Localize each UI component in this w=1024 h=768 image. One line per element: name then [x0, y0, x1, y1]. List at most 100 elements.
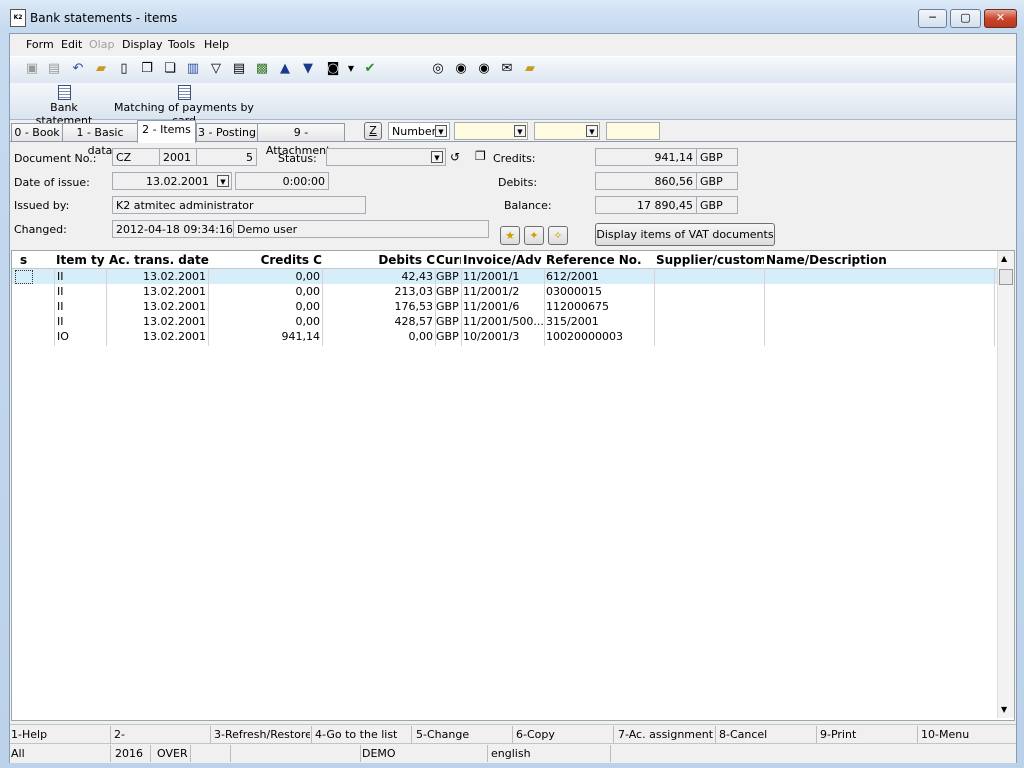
cell-ref: 112000675 — [546, 300, 609, 313]
open-folder-icon[interactable]: ▰ — [93, 61, 109, 77]
cell-date: 13.02.2001 — [143, 330, 206, 343]
copy-document-icon[interactable]: ❐ — [139, 61, 155, 77]
col-invoice[interactable]: Invoice/Adv — [463, 253, 545, 267]
maximize-button[interactable]: ▢ — [950, 9, 981, 28]
fkey-change[interactable]: 5-Change — [416, 728, 512, 741]
fkey-2[interactable]: 2- — [114, 728, 210, 741]
sort-dropdown-icon[interactable]: ▼ — [435, 125, 447, 137]
save-all-icon[interactable]: ▤ — [46, 61, 62, 77]
menu-edit[interactable]: Edit — [61, 38, 82, 51]
fkey-help[interactable]: 1-Help — [11, 728, 111, 741]
cell-date: 13.02.2001 — [143, 300, 206, 313]
col-credits[interactable]: Credits C — [212, 253, 322, 267]
fkey-menu[interactable]: 10-Menu — [921, 728, 1011, 741]
fkey-refresh[interactable]: 3-Refresh/Restore — [214, 728, 310, 741]
row-selector-icon[interactable] — [15, 270, 33, 284]
check-arrow-icon[interactable]: ✔ — [362, 61, 378, 77]
camera-icon[interactable]: ◙ — [325, 61, 341, 77]
col-item-type[interactable]: Item ty — [56, 253, 106, 267]
book-icon[interactable]: ▥ — [185, 61, 201, 77]
cell-invoice: 11/2001/1 — [463, 270, 520, 283]
cell-type: II — [57, 285, 64, 298]
vat-items-button[interactable]: Display items of VAT documents — [595, 223, 775, 246]
date-dropdown-icon[interactable]: ▼ — [217, 175, 229, 187]
menu-tools[interactable]: Tools — [168, 38, 195, 51]
cell-cur: GBP — [436, 285, 459, 298]
status-separator — [487, 745, 488, 762]
new-document-icon[interactable]: ▯ — [116, 61, 132, 77]
tab-attachments[interactable]: 9 - Attachments — [257, 123, 345, 157]
date-of-issue-field[interactable]: 13.02.2001 — [112, 172, 232, 190]
vertical-scrollbar[interactable]: ▲ ▼ — [997, 251, 1014, 718]
tab-items[interactable]: 2 - Items — [137, 120, 196, 143]
filter-2-dropdown-icon[interactable]: ▼ — [586, 125, 598, 137]
minimize-button[interactable]: ─ — [918, 9, 947, 28]
star-icon[interactable]: ★ — [500, 226, 520, 245]
save-icon[interactable]: ▣ — [24, 61, 40, 77]
tab-basic-data[interactable]: 1 - Basic data — [62, 123, 138, 157]
binoculars-next-icon[interactable]: ◉ — [453, 61, 469, 77]
mail-icon[interactable]: ✉ — [499, 61, 515, 77]
filter-list-icon[interactable]: ▤ — [231, 61, 247, 77]
scroll-down-icon[interactable]: ▼ — [1001, 705, 1007, 714]
action-bar: Bank statement Matching of payments by c… — [10, 83, 1016, 127]
binoculars-icon[interactable]: ◎ — [430, 61, 446, 77]
status-dropdown-icon[interactable]: ▼ — [431, 151, 443, 163]
dropdown-arrow-icon[interactable]: ▼ — [343, 61, 359, 77]
fkey-separator — [715, 726, 716, 743]
close-button[interactable]: ✕ — [984, 9, 1017, 28]
table-row[interactable]: II 13.02.2001 0,00 176,53 GBP 11/2001/6 112000… — [12, 299, 997, 314]
export-icon[interactable]: ▰ — [522, 61, 538, 77]
menu-display[interactable]: Display — [122, 38, 163, 51]
undo-icon[interactable]: ↶ — [70, 61, 86, 77]
bank-statement-action[interactable]: Bank statement — [24, 85, 104, 127]
scroll-thumb[interactable] — [999, 269, 1013, 285]
filter-1-dropdown-icon[interactable]: ▼ — [514, 125, 526, 137]
fkey-ac-assignment[interactable]: 7-Ac. assignment an — [618, 728, 715, 741]
fkey-cancel[interactable]: 8-Cancel — [719, 728, 815, 741]
items-grid[interactable]: s Item ty Ac. trans. date Credits C Debi… — [11, 250, 1015, 721]
client-area: Form Edit Olap Display Tools Help ▣ ▤ ↶ … — [9, 33, 1017, 763]
tab-posting[interactable]: 3 - Posting — [196, 123, 258, 142]
cell-type: II — [57, 300, 64, 313]
arrow-down-icon[interactable]: ▼ — [300, 61, 316, 77]
scroll-up-icon[interactable]: ▲ — [1001, 254, 1007, 263]
col-debits[interactable]: Debits C — [324, 253, 435, 267]
col-name[interactable]: Name/Description — [766, 253, 966, 267]
menu-help[interactable]: Help — [204, 38, 229, 51]
cell-type: II — [57, 315, 64, 328]
table-row[interactable]: II 13.02.2001 0,00 428,57 GBP 11/2001/500... 3… — [12, 314, 997, 329]
time-field[interactable]: 0:00:00 — [235, 172, 329, 190]
menu-form[interactable]: Form — [26, 38, 54, 51]
table-row[interactable]: II 13.02.2001 0,00 213,03 GBP 11/2001/2 030000… — [12, 284, 997, 299]
status-separator — [110, 745, 111, 762]
money-icon[interactable]: ▩ — [254, 61, 270, 77]
status-select[interactable] — [326, 148, 446, 166]
fkey-print[interactable]: 9-Print — [820, 728, 916, 741]
star-add-icon[interactable]: ✦ — [524, 226, 544, 245]
grid-divider — [994, 268, 995, 346]
col-currency[interactable]: Curr — [436, 253, 461, 267]
fkey-copy[interactable]: 6-Copy — [516, 728, 612, 741]
document-icon — [177, 85, 191, 100]
table-row[interactable]: IO 13.02.2001 941,14 0,00 GBP 10/2001/3 100200… — [12, 329, 997, 344]
fkey-go-to-list[interactable]: 4-Go to the list — [315, 728, 411, 741]
col-s[interactable]: s — [20, 253, 34, 267]
col-trans-date[interactable]: Ac. trans. date — [109, 253, 209, 267]
document-icon — [57, 85, 71, 100]
filter-icon[interactable]: ▽ — [208, 61, 224, 77]
arrow-up-icon[interactable]: ▲ — [277, 61, 293, 77]
cell-ref: 03000015 — [546, 285, 602, 298]
title-bar: K2 Bank statements - items ─ ▢ ✕ — [0, 0, 1024, 34]
paste-icon[interactable]: ❏ — [162, 61, 178, 77]
history-icon[interactable]: ↺ — [450, 150, 460, 164]
col-supplier[interactable]: Supplier/custom — [656, 253, 764, 267]
star-edit-icon[interactable]: ✧ — [548, 226, 568, 245]
col-reference[interactable]: Reference No. — [546, 253, 654, 267]
status-year: 2016 — [115, 747, 143, 760]
filter-field-3[interactable] — [606, 122, 660, 140]
tab-book[interactable]: 0 - Book — [11, 123, 63, 142]
binoculars-prev-icon[interactable]: ◉ — [476, 61, 492, 77]
table-row[interactable]: II 13.02.2001 0,00 42,43 GBP 11/2001/1 612/200… — [12, 269, 997, 284]
z-button[interactable]: Z — [364, 122, 382, 140]
